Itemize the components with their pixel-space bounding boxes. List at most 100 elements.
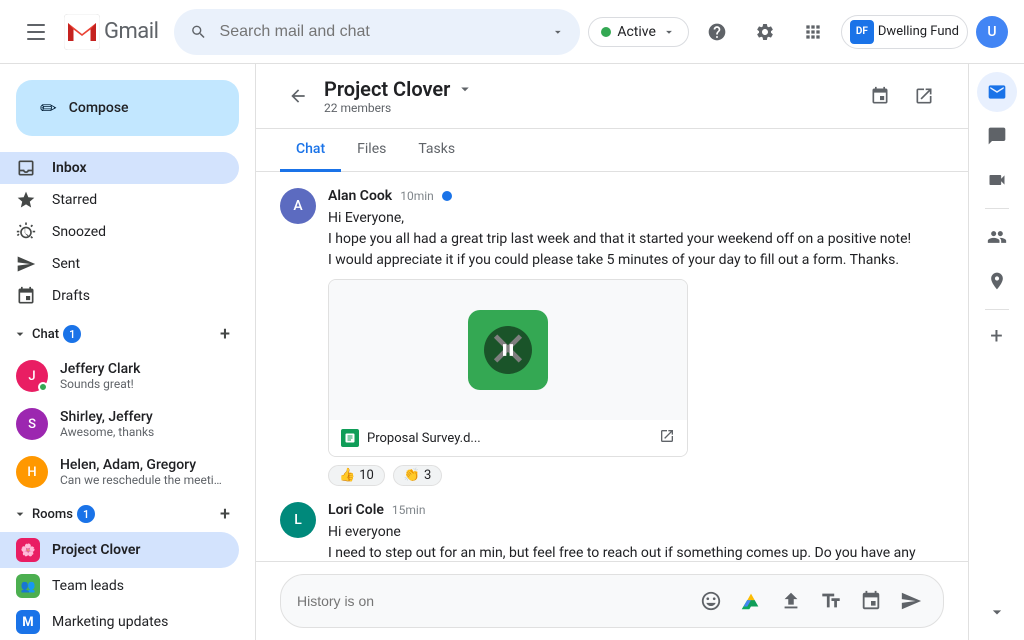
open-external-button[interactable] — [904, 76, 944, 116]
schedule-icon — [860, 590, 882, 612]
right-panel-maps-icon — [987, 271, 1007, 291]
room-title-chevron-icon[interactable] — [456, 80, 474, 98]
pin-icon — [870, 86, 890, 106]
drive-icon — [740, 590, 762, 612]
gmail-wordmark: Gmail — [104, 19, 158, 44]
chat-preview-shirley: Awesome, thanks — [60, 425, 223, 439]
chat-section-header[interactable]: Chat 1 + — [0, 316, 255, 352]
sidebar: ✏ Compose Inbox Starred Snoozed Sent — [0, 64, 256, 640]
sheets-icon — [341, 429, 359, 447]
format-button[interactable] — [815, 585, 847, 617]
sidebar-item-snoozed[interactable]: Snoozed — [0, 216, 239, 248]
help-button[interactable] — [697, 12, 737, 52]
tab-files[interactable]: Files — [341, 129, 402, 172]
right-panel-meet-button[interactable] — [977, 160, 1017, 200]
dwelling-fund-button[interactable]: DF Dwelling Fund — [841, 15, 968, 49]
online-dot-jeffery — [38, 382, 48, 392]
search-input[interactable] — [220, 23, 539, 41]
back-button[interactable] — [280, 78, 316, 114]
schedule-button[interactable] — [855, 585, 887, 617]
chat-add-button[interactable]: + — [211, 320, 239, 348]
rooms-add-button[interactable]: + — [211, 500, 239, 528]
gmail-logo: Gmail — [64, 14, 158, 50]
spreadsheet-icon — [344, 432, 356, 444]
emoji-button[interactable] — [695, 585, 727, 617]
right-panel-expand-button[interactable] — [977, 592, 1017, 632]
pin-button[interactable] — [860, 76, 900, 116]
room-label-team-leads: Team leads — [52, 578, 124, 594]
message-1: A Alan Cook 10min Hi Everyone, I hope yo… — [280, 188, 944, 486]
rooms-chevron-icon — [12, 506, 28, 522]
right-panel-maps-button[interactable] — [977, 261, 1017, 301]
right-panel-mail-button[interactable] — [977, 72, 1017, 112]
drive-button[interactable] — [735, 585, 767, 617]
right-panel-divider-2 — [985, 309, 1009, 310]
inbox-icon — [16, 158, 36, 178]
rooms-section-header[interactable]: Rooms 1 + — [0, 496, 255, 532]
inbox-label: Inbox — [52, 160, 87, 176]
search-bar[interactable] — [174, 9, 580, 55]
active-label: Active — [617, 24, 656, 40]
room-item-project-clover[interactable]: 🌸 Project Clover — [0, 532, 239, 568]
snooze-icon — [16, 222, 36, 242]
active-dot-icon — [601, 27, 611, 37]
open-external-icon — [914, 86, 934, 106]
attachment-open-button[interactable] — [659, 428, 675, 448]
active-status-button[interactable]: Active — [588, 17, 689, 47]
upload-button[interactable] — [775, 585, 807, 617]
msg-text-1: Hi Everyone, I hope you all had a great … — [328, 208, 944, 271]
menu-button[interactable] — [16, 12, 56, 52]
topbar-right: Active DF Dwelling Fund U — [588, 12, 1008, 52]
reaction-clap-1[interactable]: 👏 3 — [393, 465, 443, 486]
compose-plus-icon: ✏ — [40, 96, 57, 120]
pause-overlay — [484, 326, 532, 374]
chat-item-shirley[interactable]: S Shirley, Jeffery Awesome, thanks — [0, 400, 239, 448]
drafts-label: Drafts — [52, 288, 90, 304]
room-label-marketing: Marketing updates — [52, 614, 168, 630]
message-input-box — [280, 574, 944, 628]
starred-label: Starred — [52, 192, 97, 208]
chat-item-helen[interactable]: H Helen, Adam, Gregory Can we reschedule… — [0, 448, 239, 496]
sidebar-item-starred[interactable]: Starred — [0, 184, 239, 216]
right-panel-mail-icon — [987, 82, 1007, 102]
draft-icon — [16, 286, 36, 306]
nav-section: Inbox Starred Snoozed Sent Drafts — [0, 152, 255, 312]
settings-button[interactable] — [745, 12, 785, 52]
message-input[interactable] — [297, 593, 687, 609]
right-panel-contacts-button[interactable] — [977, 217, 1017, 257]
apps-icon — [803, 22, 823, 42]
header-actions — [860, 76, 944, 116]
send-button[interactable] — [895, 585, 927, 617]
chat-section-label: Chat — [32, 327, 59, 342]
room-item-team-leads[interactable]: 👥 Team leads — [0, 568, 239, 604]
sidebar-item-inbox[interactable]: Inbox — [0, 152, 239, 184]
rooms-section-label: Rooms — [32, 507, 73, 522]
room-item-marketing[interactable]: M Marketing updates — [0, 604, 239, 640]
tab-tasks[interactable]: Tasks — [402, 129, 471, 172]
help-icon — [707, 22, 727, 42]
rooms-badge: 1 — [77, 505, 95, 523]
right-panel-divider — [985, 208, 1009, 209]
hamburger-icon — [27, 24, 45, 40]
right-panel-add-button[interactable]: + — [979, 318, 1015, 354]
chat-item-jeffery[interactable]: J Jeffery Clark Sounds great! — [0, 352, 239, 400]
search-chevron-icon[interactable] — [551, 24, 565, 40]
emoji-icon — [700, 590, 722, 612]
reaction-thumbsup-1[interactable]: 👍 10 — [328, 465, 385, 486]
user-avatar[interactable]: U — [976, 16, 1008, 48]
sidebar-item-drafts[interactable]: Drafts — [0, 280, 239, 312]
chat-section-chevron-icon — [12, 326, 28, 342]
settings-icon — [755, 22, 775, 42]
topbar: Gmail Active — [0, 0, 1024, 64]
right-panel-contacts-icon — [987, 227, 1007, 247]
room-icon-team-leads: 👥 — [16, 574, 40, 598]
sidebar-item-sent[interactable]: Sent — [0, 248, 239, 280]
right-panel-chat-button[interactable] — [977, 116, 1017, 156]
right-panel-meet-icon — [987, 170, 1007, 190]
chat-preview-jeffery: Sounds great! — [60, 377, 223, 391]
main-layout: ✏ Compose Inbox Starred Snoozed Sent — [0, 64, 1024, 640]
chat-room-title: Project Clover — [324, 77, 450, 101]
tab-chat[interactable]: Chat — [280, 129, 341, 172]
apps-button[interactable] — [793, 12, 833, 52]
compose-button[interactable]: ✏ Compose — [16, 80, 239, 136]
